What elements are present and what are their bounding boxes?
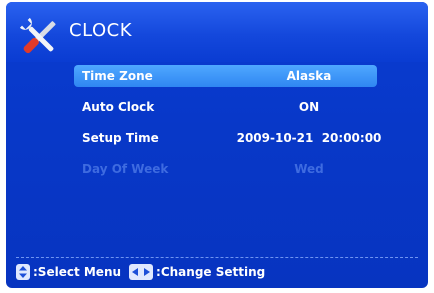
menu-item-setup-time[interactable]: Setup Time 2009-10-21 20:00:00 xyxy=(74,127,381,149)
page-title: CLOCK xyxy=(69,20,132,41)
tools-icon xyxy=(16,14,62,60)
menu-item-value: ON xyxy=(298,100,320,114)
menu-item-label: Setup Time xyxy=(82,131,159,145)
clock-settings-screen: CLOCK Time Zone Alaska Auto Clock ON Set… xyxy=(6,2,428,288)
menu-item-value: 2009-10-21 20:00:00 xyxy=(236,131,382,145)
menu-item-label: Day Of Week xyxy=(82,162,169,176)
settings-menu: Time Zone Alaska Auto Clock ON Setup Tim… xyxy=(74,65,381,189)
up-down-arrows-icon xyxy=(16,264,30,280)
footer-divider xyxy=(16,257,418,258)
menu-item-time-zone[interactable]: Time Zone Alaska xyxy=(74,65,377,87)
menu-item-label: Time Zone xyxy=(82,69,153,83)
left-right-arrows-icon xyxy=(129,264,154,280)
menu-item-day-of-week: Day Of Week Wed xyxy=(74,158,377,180)
menu-item-label: Auto Clock xyxy=(82,100,155,114)
menu-item-value: Alaska xyxy=(286,69,332,83)
change-setting-hint: :Change Setting xyxy=(156,265,266,279)
footer-hints: :Select Menu :Change Setting xyxy=(16,264,265,280)
menu-item-value: Wed xyxy=(294,162,324,176)
menu-item-auto-clock[interactable]: Auto Clock ON xyxy=(74,96,377,118)
select-menu-hint: :Select Menu xyxy=(33,265,122,279)
